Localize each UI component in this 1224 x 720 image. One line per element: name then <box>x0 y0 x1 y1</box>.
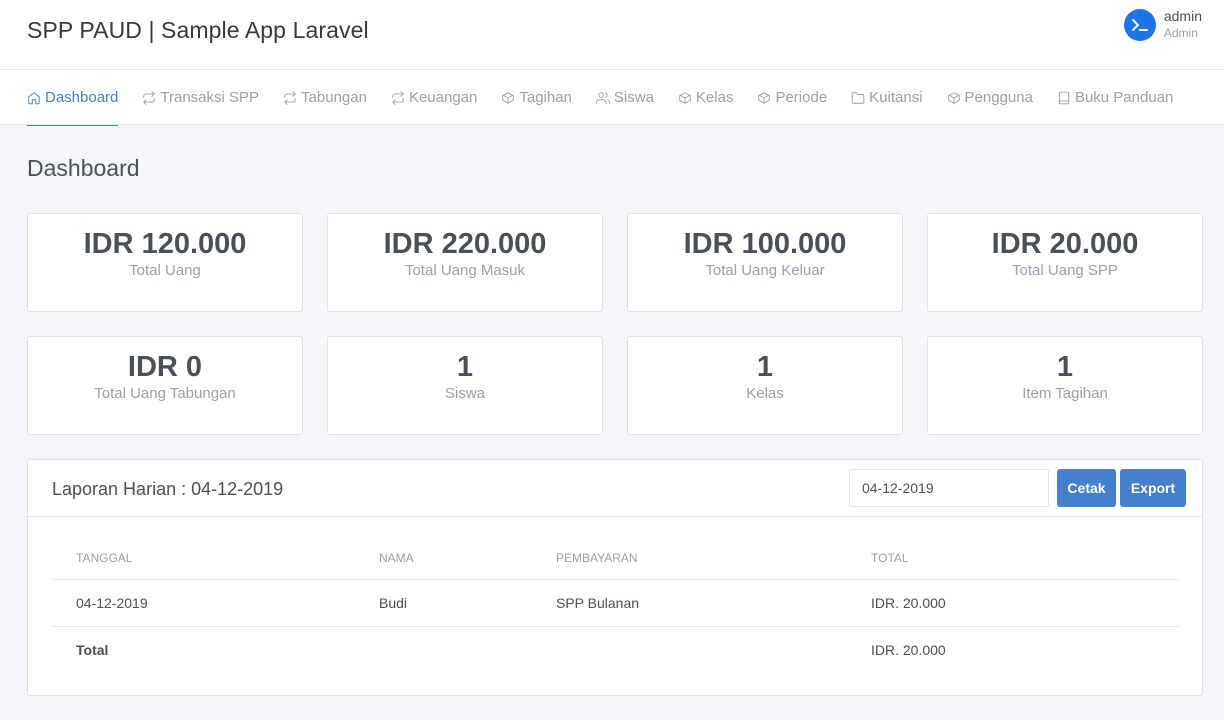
cell-nama: Budi <box>355 579 532 627</box>
page-title: Dashboard <box>27 155 140 181</box>
nav-item-transaksi-spp[interactable]: Transaksi SPP <box>142 70 259 125</box>
stat-card-kelas: 1 Kelas <box>627 336 903 435</box>
stat-card-total-uang-spp: IDR 20.000 Total Uang SPP <box>927 213 1203 312</box>
nav-label: Keuangan <box>408 89 478 106</box>
empty-cell <box>532 626 847 673</box>
repeat-icon <box>392 90 404 105</box>
box-icon <box>502 91 515 104</box>
nav-item-tabungan[interactable]: Tabungan <box>283 70 367 125</box>
empty-cell <box>355 626 532 673</box>
stat-value: IDR 220.000 <box>383 228 547 260</box>
daily-report-card: Laporan Harian : 04-12-2019 Cetak Export… <box>27 459 1203 696</box>
repeat-icon <box>143 90 156 105</box>
nav-label: Periode <box>775 89 828 106</box>
stat-label: Total Uang <box>129 262 201 279</box>
nav-item-dashboard[interactable]: Dashboard <box>27 70 119 126</box>
nav-item-buku-panduan[interactable]: Buku Panduan <box>1057 70 1173 125</box>
stat-value: 1 <box>456 351 474 383</box>
column-header: TOTAL <box>847 538 1179 580</box>
table-row: 04-12-2019 Budi SPP Bulanan IDR. 20.000 <box>52 579 1179 627</box>
stat-value: IDR 100.000 <box>683 228 847 260</box>
repeat-icon <box>284 90 296 105</box>
nav-label: Kuitansi <box>869 89 923 106</box>
column-header: PEMBAYARAN <box>532 538 847 580</box>
nav-label: Transaksi SPP <box>160 89 260 106</box>
stat-label: Total Uang Masuk <box>404 262 526 279</box>
box-icon <box>758 91 771 104</box>
stat-label: Item Tagihan <box>1022 385 1108 402</box>
box-icon <box>947 91 960 104</box>
stat-card-total-uang-tabungan: IDR 0 Total Uang Tabungan <box>27 336 303 435</box>
nav-label: Pengguna <box>964 89 1033 106</box>
column-header: NAMA <box>355 538 532 580</box>
report-title: Laporan Harian : 04-12-2019 <box>52 479 284 499</box>
box-icon <box>679 91 691 104</box>
user-menu[interactable]: admin Admin <box>1123 8 1202 42</box>
cell-total: IDR. 20.000 <box>847 579 1179 627</box>
stat-card-total-uang: IDR 120.000 Total Uang <box>27 213 303 312</box>
report-date-input[interactable] <box>849 469 1049 507</box>
cell-pembayaran: SPP Bulanan <box>532 579 847 627</box>
stat-label: Total Uang Keluar <box>705 262 825 279</box>
stat-value: IDR 0 <box>127 351 203 383</box>
top-header: SPP PAUD | Sample App Laravel admin Admi… <box>0 0 1224 70</box>
stat-value: 1 <box>1056 351 1074 383</box>
stat-card-total-uang-masuk: IDR 220.000 Total Uang Masuk <box>327 213 603 312</box>
report-table: TANGGAL NAMA PEMBAYARAN TOTAL 04-12-2019… <box>52 538 1179 673</box>
user-role: Admin <box>1163 26 1198 40</box>
stat-value: IDR 20.000 <box>991 228 1139 260</box>
book-icon <box>1058 91 1070 104</box>
nav-item-pengguna[interactable]: Pengguna <box>947 70 1033 125</box>
export-button[interactable]: Export <box>1120 469 1186 507</box>
stat-label: Total Uang SPP <box>1012 262 1118 279</box>
app-title[interactable]: SPP PAUD | Sample App Laravel <box>27 17 369 44</box>
column-header: TANGGAL <box>52 538 355 580</box>
nav-label: Tabungan <box>301 89 367 106</box>
stat-label: Siswa <box>444 385 485 402</box>
nav-label: Buku Panduan <box>1074 89 1174 106</box>
main-nav: Dashboard Transaksi SPP Tabungan Keuanga… <box>0 70 1224 126</box>
stat-value: IDR 120.000 <box>83 228 247 260</box>
table-total-row: Total IDR. 20.000 <box>52 626 1179 673</box>
nav-item-kelas[interactable]: Kelas <box>678 70 734 125</box>
nav-item-periode[interactable]: Periode <box>757 70 827 125</box>
table-header-row: TANGGAL NAMA PEMBAYARAN TOTAL <box>52 538 1179 580</box>
nav-label: Siswa <box>613 89 654 106</box>
nav-item-tagihan[interactable]: Tagihan <box>501 70 572 125</box>
total-value: IDR. 20.000 <box>871 641 946 658</box>
nav-item-kuitansi[interactable]: Kuitansi <box>851 70 923 125</box>
stat-card-item-tagihan: 1 Item Tagihan <box>927 336 1203 435</box>
cell-tanggal: 04-12-2019 <box>52 579 355 627</box>
stat-label: Total Uang Tabungan <box>94 385 236 402</box>
stat-value: 1 <box>756 351 774 383</box>
nav-label: Dashboard <box>45 89 119 106</box>
nav-label: Tagihan <box>519 89 572 106</box>
stat-card-siswa: 1 Siswa <box>327 336 603 435</box>
home-icon <box>28 91 40 104</box>
total-label: Total <box>76 641 109 658</box>
terminal-icon[interactable] <box>1123 9 1156 41</box>
nav-label: Kelas <box>695 89 734 106</box>
users-icon <box>596 91 610 104</box>
stat-label: Kelas <box>746 385 784 402</box>
stat-card-total-uang-keluar: IDR 100.000 Total Uang Keluar <box>627 213 903 312</box>
nav-item-siswa[interactable]: Siswa <box>596 70 654 125</box>
folder-icon <box>851 91 865 104</box>
print-button[interactable]: Cetak <box>1057 469 1116 507</box>
nav-item-keuangan[interactable]: Keuangan <box>391 70 477 125</box>
report-header: Laporan Harian : 04-12-2019 Cetak Export <box>28 460 1202 517</box>
user-name: admin <box>1163 8 1202 24</box>
